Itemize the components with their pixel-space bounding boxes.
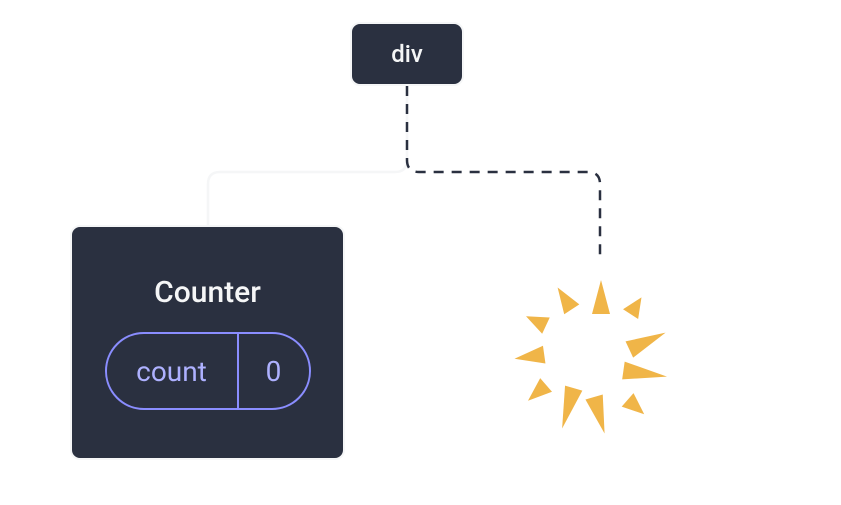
diagram-stage: div Counter count 0 — [0, 0, 841, 505]
counter-state-label: count — [107, 334, 237, 408]
root-node-div: div — [350, 22, 464, 86]
counter-node-title: Counter — [154, 275, 261, 310]
counter-node: Counter count 0 — [70, 225, 345, 460]
root-node-label: div — [391, 40, 423, 68]
counter-state-pill: count 0 — [105, 332, 311, 410]
burst-icon — [486, 242, 716, 472]
counter-state-value: 0 — [237, 334, 309, 408]
